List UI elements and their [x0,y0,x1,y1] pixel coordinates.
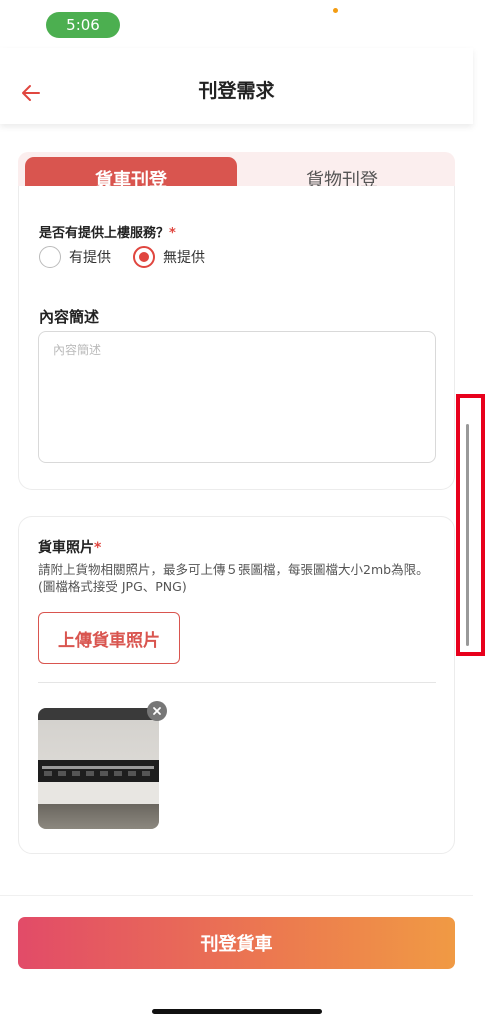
upstairs-service-label: 是否有提供上樓服務？* [39,222,176,241]
status-bar: 5:06 [0,0,485,48]
radio-not-provided[interactable]: 無提供 [133,246,205,268]
radio-provided[interactable]: 有提供 [39,246,111,268]
radio-not-provided-label: 無提供 [163,250,205,266]
close-icon [153,707,161,715]
home-indicator[interactable] [152,1009,322,1014]
upstairs-service-text: 是否有提供上樓服務？ [39,226,170,241]
status-time: 5:06 [46,12,120,38]
scrollbar-thumb[interactable] [466,424,469,646]
description-label: 內容簡述 [39,308,100,326]
truck-photos-label: 貨車照片* [38,537,101,557]
truck-photos-text: 貨車照片 [38,540,94,556]
uploaded-photo-thumbnail[interactable] [38,708,159,829]
description-placeholder: 內容簡述 [53,343,102,357]
service-description-card: 是否有提供上樓服務？* 有提供 無提供 內容簡述 內容簡述 [18,186,455,490]
publish-truck-button[interactable]: 刊登貨車 [18,917,455,969]
photo-image [38,708,159,829]
description-textarea[interactable]: 內容簡述 [38,331,436,463]
scrollbar-highlight-box [456,394,485,656]
radio-circle-selected[interactable] [133,246,155,268]
truck-photos-card: 貨車照片* 請附上貨物相關照片，最多可上傳５張圖檔，每張圖檔大小2mb為限。(圖… [18,516,455,854]
upstairs-service-radio-group: 有提供 無提供 [39,246,227,268]
radio-circle-unselected[interactable] [39,246,61,268]
required-mark: * [169,226,176,241]
upload-truck-photo-button[interactable]: 上傳貨車照片 [38,612,180,664]
radio-provided-label: 有提供 [69,250,111,266]
remove-photo-button[interactable] [147,701,167,721]
privacy-indicator-dot [333,8,338,13]
divider [38,682,436,683]
truck-photos-hint: 請附上貨物相關照片，最多可上傳５張圖檔，每張圖檔大小2mb為限。(圖檔格式接受 … [38,562,429,594]
app-header: 刊登需求 [0,48,473,124]
required-mark: * [94,540,102,556]
page-title: 刊登需求 [198,80,275,102]
footer-divider [0,895,473,896]
